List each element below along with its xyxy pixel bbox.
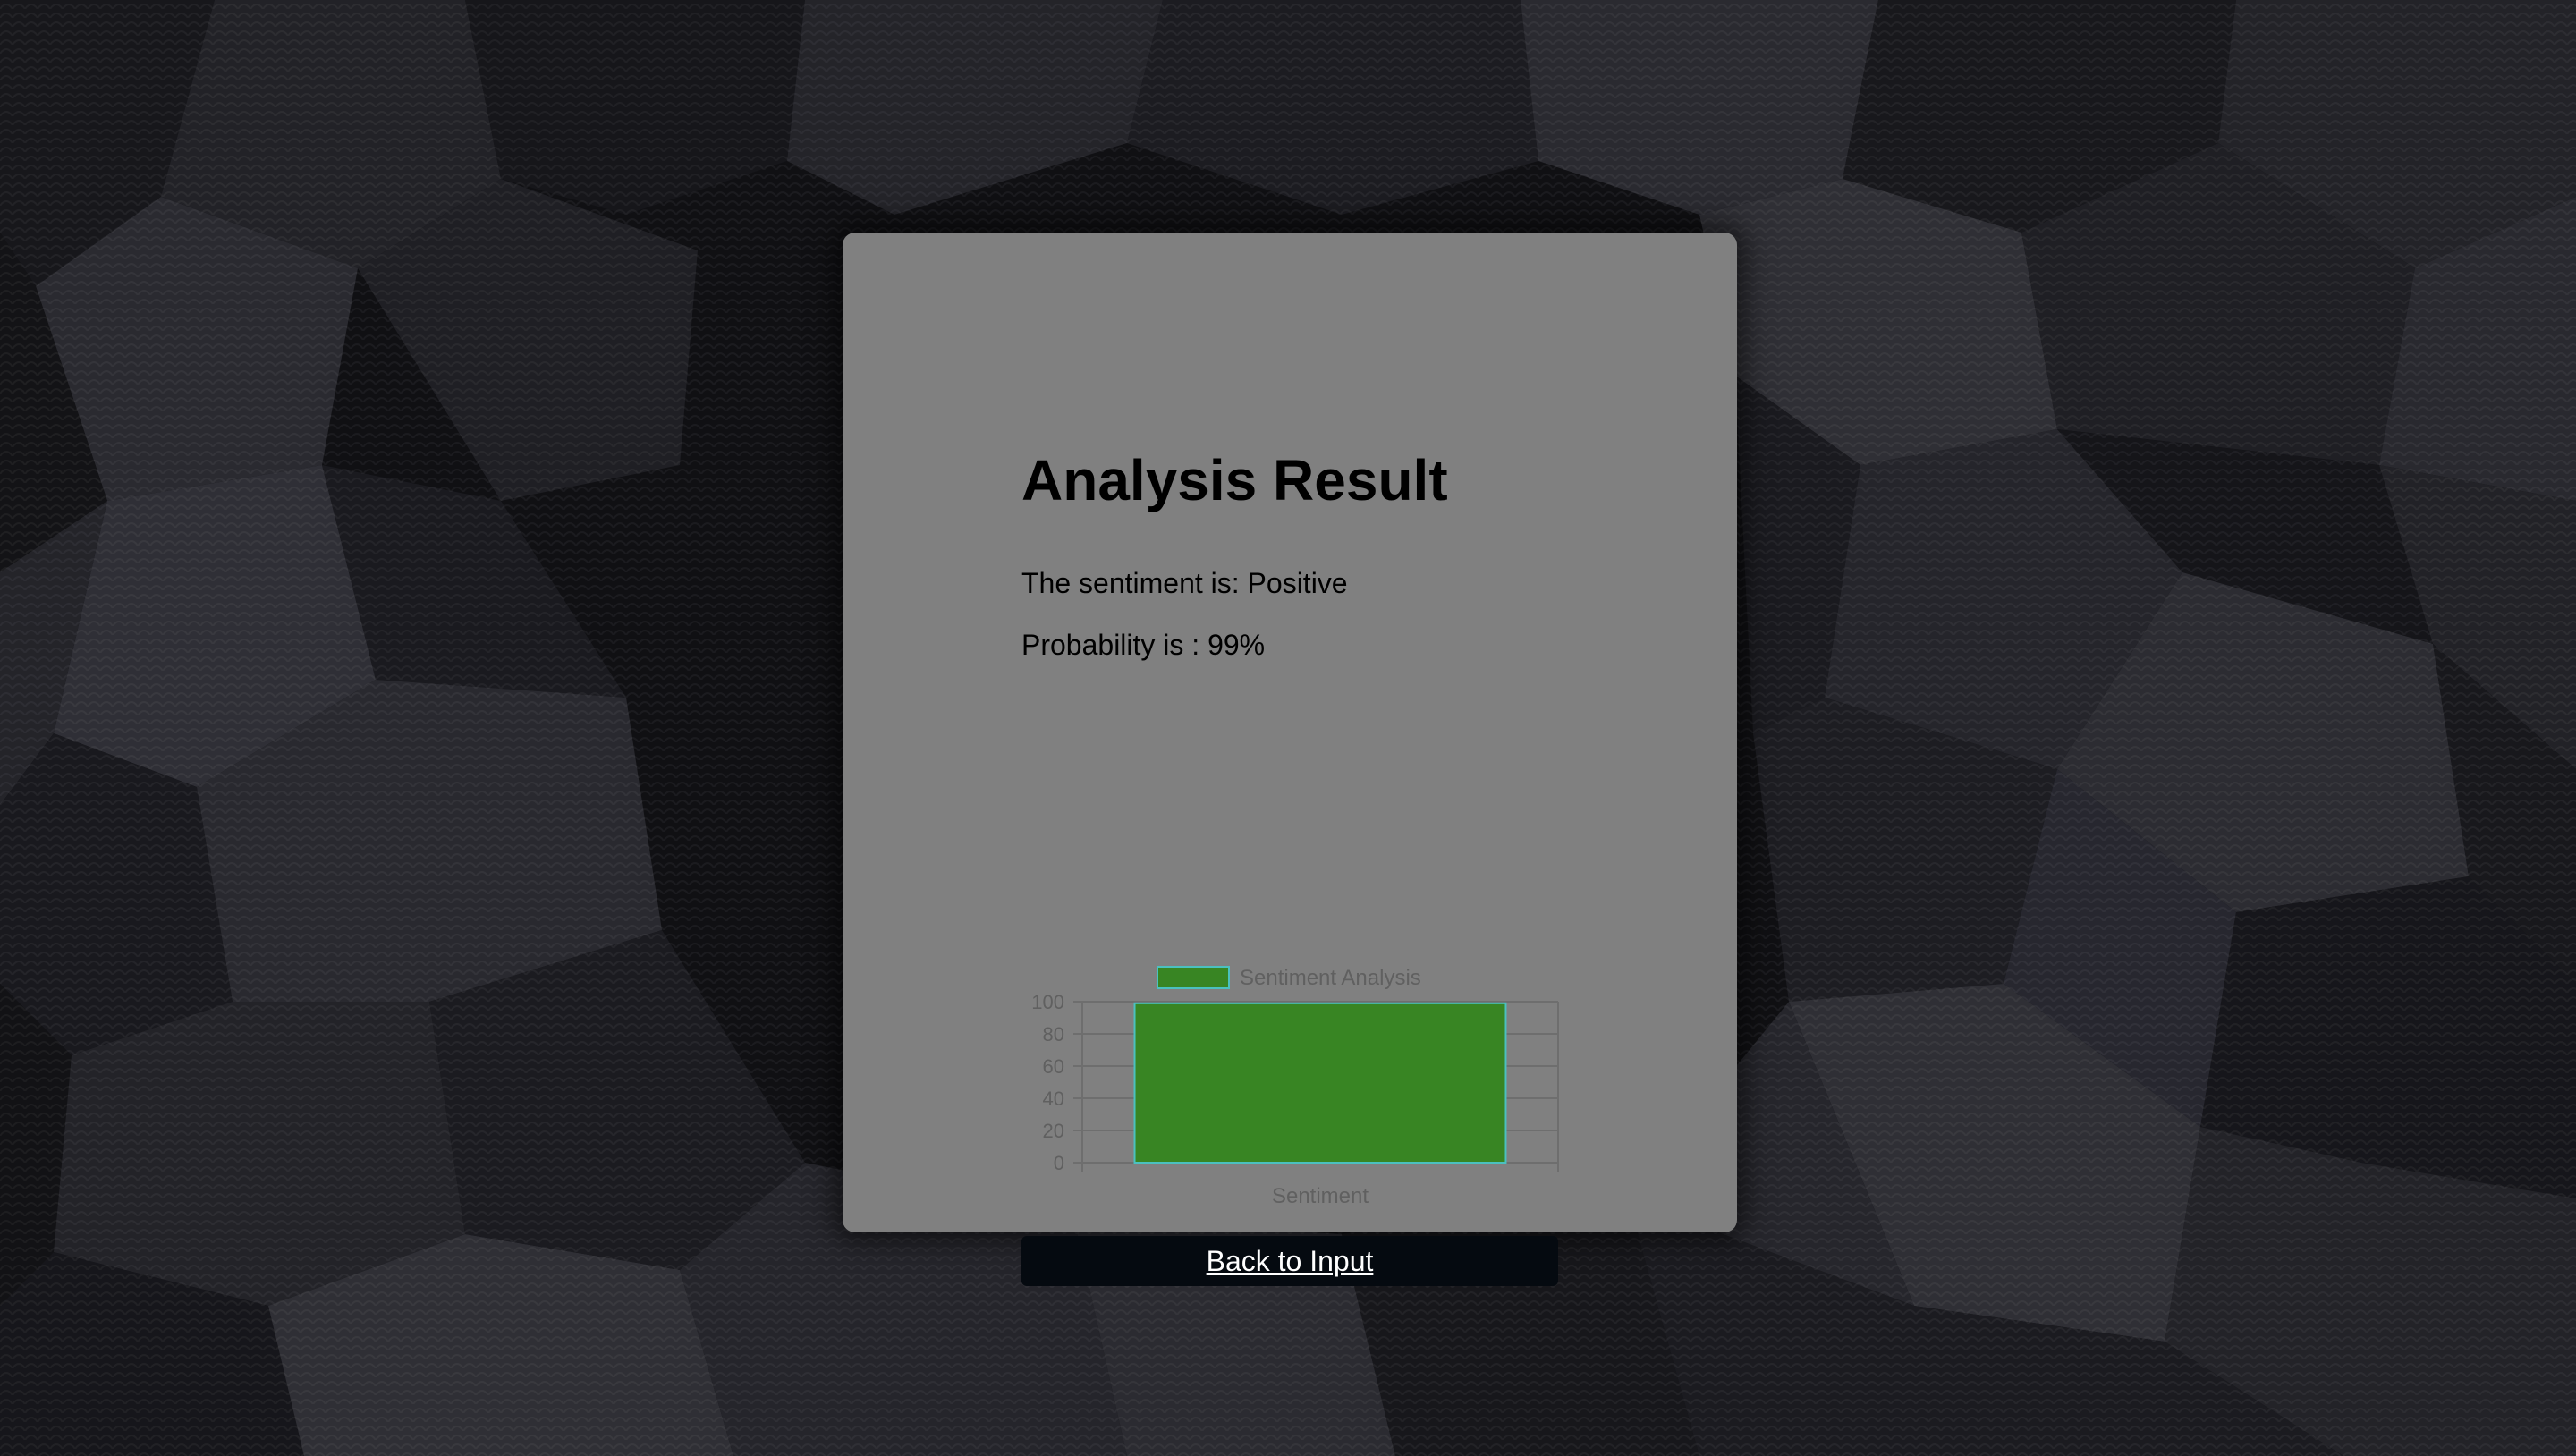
y-tick-label: 0 (1054, 1152, 1064, 1174)
chart-y-ticks: 0 20 40 60 80 100 (1031, 991, 1064, 1174)
sentiment-chart-svg: Sentiment Analysis 0 20 40 60 80 100 Sentimen… (1031, 966, 1559, 1208)
y-tick-label: 20 (1043, 1120, 1064, 1142)
chart-x-labels: Sentiment (1272, 1184, 1368, 1208)
y-tick-label: 80 (1043, 1023, 1064, 1045)
legend-swatch (1157, 966, 1230, 989)
sentiment-text: The sentiment is: Positive (1021, 567, 1348, 599)
y-tick-label: 60 (1043, 1055, 1064, 1078)
chart-bars (1133, 1002, 1507, 1164)
y-tick-label: 100 (1031, 991, 1064, 1013)
legend-label: Sentiment Analysis (1240, 966, 1421, 990)
y-tick-label: 40 (1043, 1088, 1064, 1110)
x-tick-label: Sentiment (1272, 1184, 1368, 1208)
chart-legend: Sentiment Analysis (1157, 966, 1421, 990)
result-card: Analysis Result The sentiment is: Positi… (843, 233, 1737, 1286)
page-title: Analysis Result (1021, 448, 1448, 512)
bar (1133, 1002, 1507, 1164)
probability-text: Probability is : 99% (1021, 629, 1266, 661)
back-to-input-button[interactable]: Back to Input (1021, 1236, 1558, 1286)
